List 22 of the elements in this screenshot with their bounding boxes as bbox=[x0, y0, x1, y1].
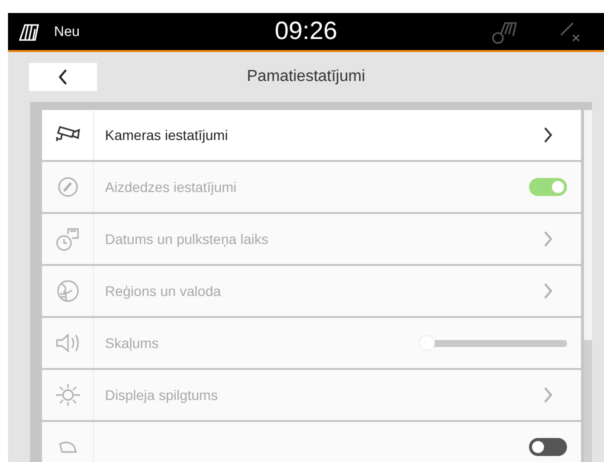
machine-icon bbox=[18, 22, 40, 42]
back-button[interactable] bbox=[29, 63, 97, 91]
setting-label: Reģions un valoda bbox=[105, 282, 222, 301]
status-label: Neu bbox=[54, 22, 80, 41]
chevron-right-icon bbox=[544, 230, 553, 247]
settings-row[interactable]: Kameras iestatījumi bbox=[42, 110, 581, 160]
back-chevron-icon bbox=[58, 69, 68, 85]
implement-icon bbox=[492, 20, 518, 44]
sun-icon bbox=[54, 382, 82, 408]
clock-time: 09:26 bbox=[274, 16, 338, 47]
setting-label: Kameras iestatījumi bbox=[105, 126, 229, 145]
setting-label: Aizdedzes iestatījumi bbox=[105, 178, 238, 197]
chevron-right-icon bbox=[544, 126, 553, 143]
scrollbar[interactable] bbox=[584, 110, 592, 462]
chevron-right-icon bbox=[544, 282, 553, 299]
setting-label: Displeja spilgtums bbox=[105, 386, 219, 405]
clock-calendar-icon bbox=[54, 226, 82, 252]
setting-label: Skaļums bbox=[105, 334, 160, 353]
chevron-right-icon bbox=[544, 386, 553, 403]
page-title: Pamatiestatījumi bbox=[246, 67, 366, 87]
setting-label: Datums un pulksteņa laiks bbox=[105, 230, 270, 249]
satellite-disconnected-icon bbox=[558, 20, 582, 44]
